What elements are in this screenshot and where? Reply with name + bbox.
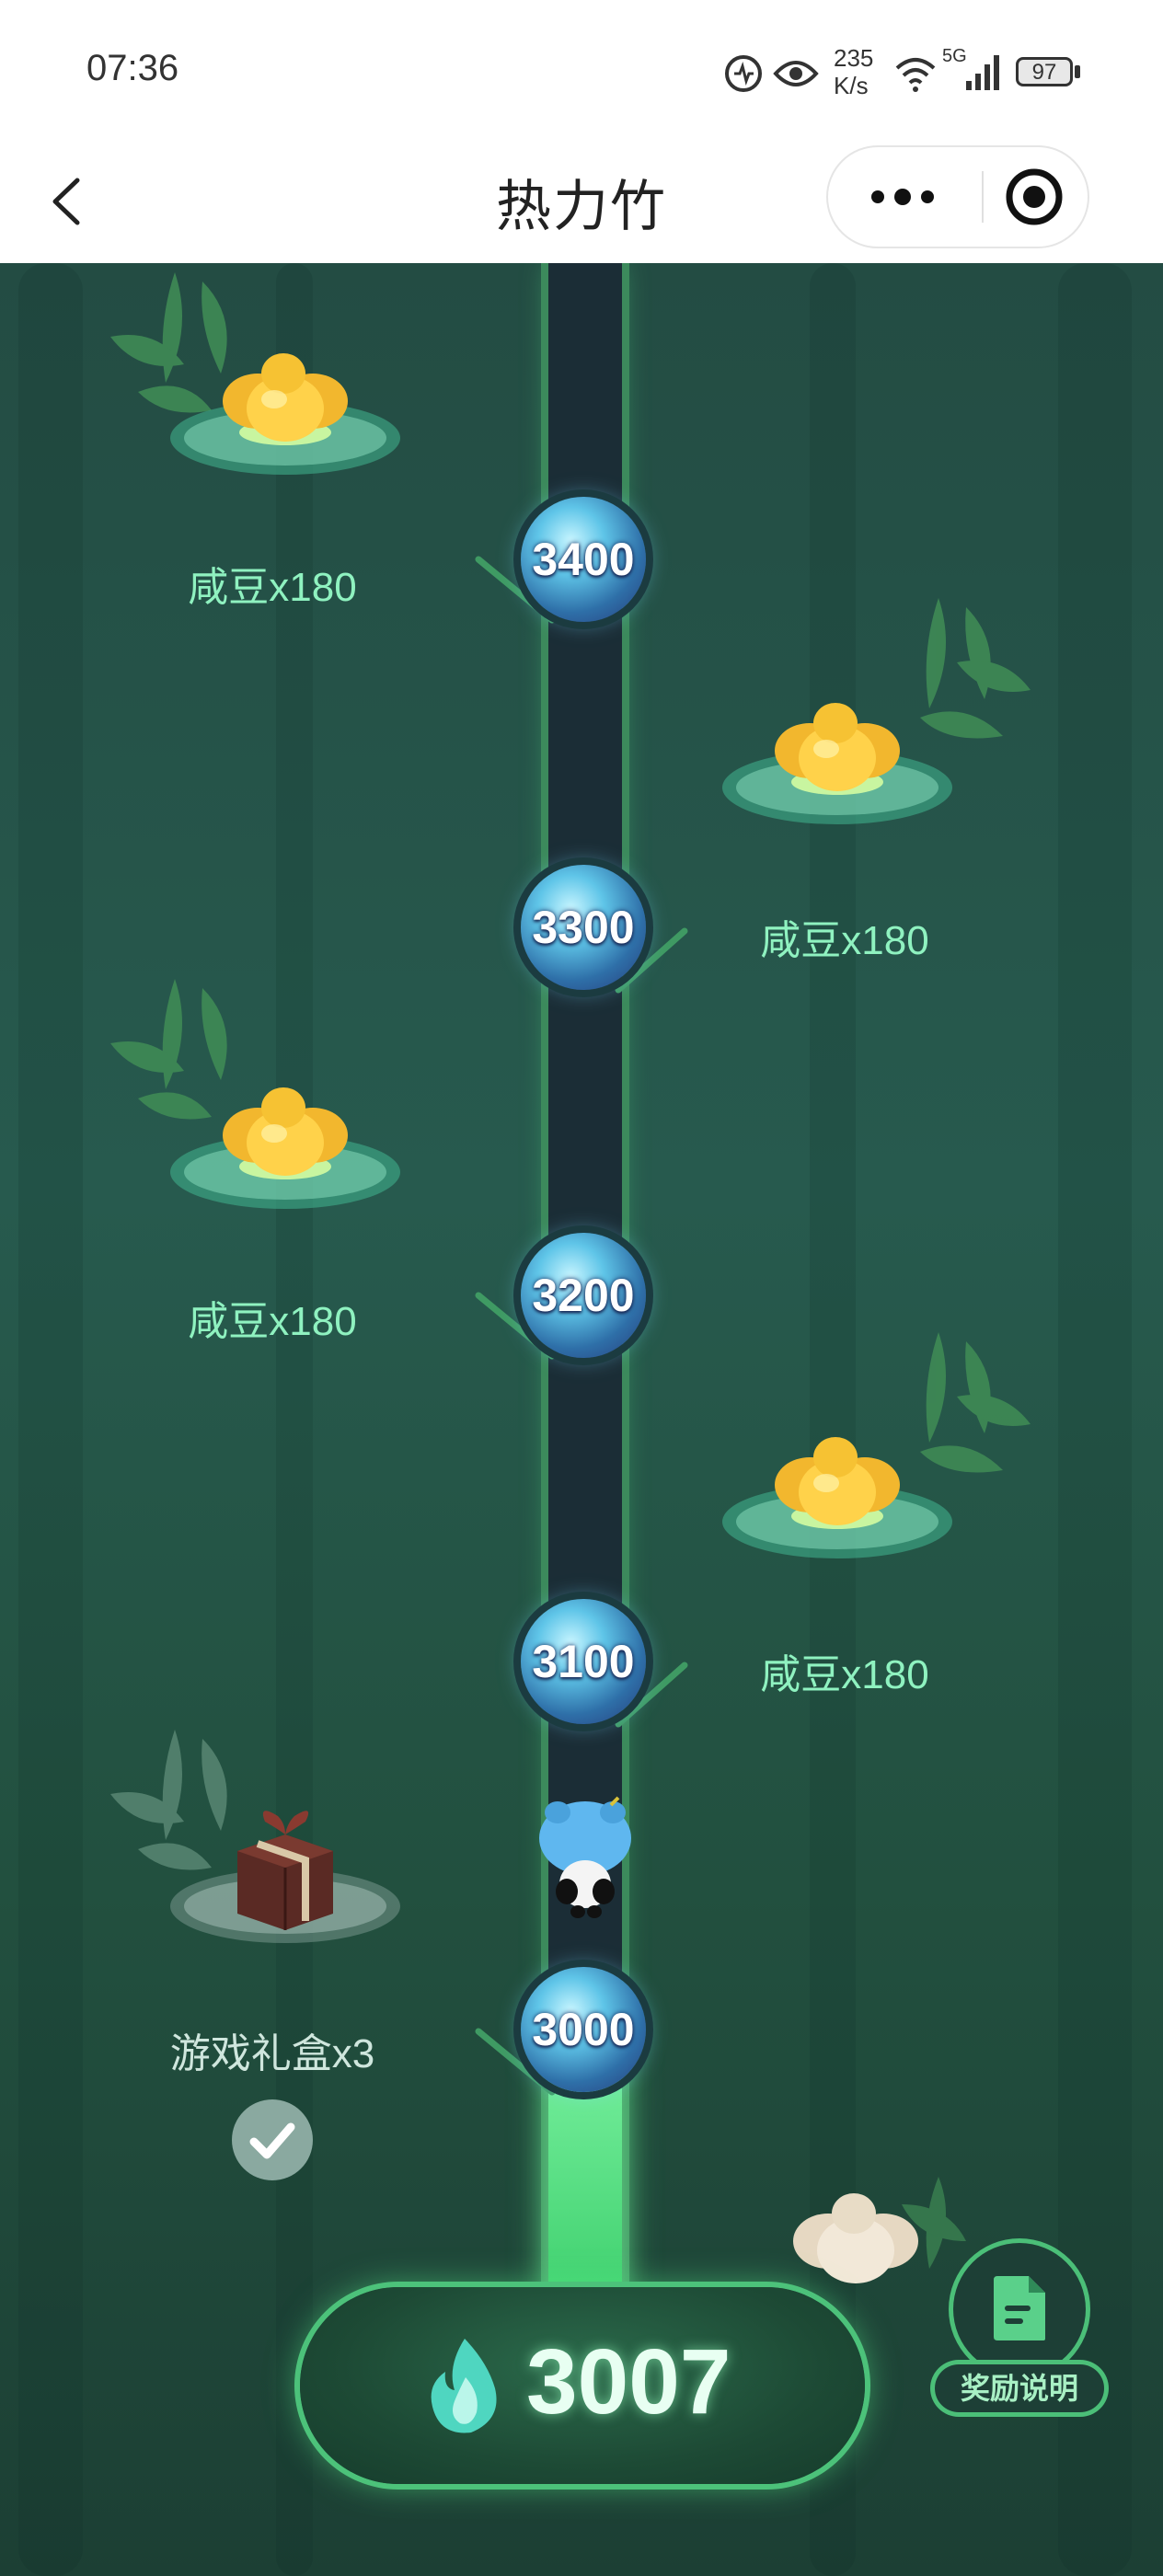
reward-label: 咸豆x180: [188, 565, 357, 610]
reward-label: 游戏礼盒x3: [169, 2031, 375, 2076]
network-type: 5G: [942, 46, 967, 66]
wifi-icon: [895, 58, 936, 92]
vpn-icon: [725, 55, 762, 92]
close-miniprogram-button[interactable]: [985, 147, 1088, 247]
reward-info-label: 奖励说明: [935, 2364, 1104, 2412]
golden-bean-icon: [722, 703, 952, 824]
heat-score-value: 3007: [526, 2330, 731, 2433]
nav-bar: 热力竹: [0, 138, 1163, 263]
document-icon: [994, 2276, 1045, 2340]
check-icon: [249, 2122, 295, 2159]
status-icons: 235 K/s 5G 97: [723, 40, 1091, 105]
milestone-node-3300: 3300: [521, 865, 646, 990]
more-button[interactable]: [828, 147, 959, 247]
target-circle-icon: [1006, 168, 1063, 225]
reward-item-3200[interactable]: 咸豆x180: [110, 979, 414, 1344]
milestone-node-3000: 3000: [521, 1967, 646, 2092]
milestone-node-3100: 3100: [521, 1599, 646, 1724]
milestone-node-3400: 3400: [521, 497, 646, 622]
reward-label: 咸豆x180: [188, 1299, 357, 1344]
reward-info-circle: [953, 2243, 1086, 2375]
net-speed-unit: K/s: [834, 72, 869, 99]
heat-score-pill: 3007: [300, 2287, 865, 2484]
reward-label: 咸豆x180: [760, 918, 929, 963]
signal-icon: [966, 55, 999, 90]
reward-item-3100[interactable]: 咸豆x180: [722, 1332, 1031, 1697]
milestone-node-3200: 3200: [521, 1233, 646, 1358]
gift-box-icon: [170, 1811, 400, 1943]
golden-bean-icon: [170, 353, 400, 475]
net-speed-value: 235: [834, 44, 874, 72]
status-time: 07:36: [86, 48, 179, 88]
panda-mascot-icon: [539, 1796, 631, 1918]
status-bar: 07:36 235 K/s 5G 97: [0, 0, 1163, 138]
capsule-divider: [982, 171, 984, 223]
reward-label: 咸豆x180: [760, 1652, 929, 1697]
reward-item-3300[interactable]: 咸豆x180: [722, 598, 1031, 963]
menu-capsule: [826, 145, 1089, 248]
reward-item-3400[interactable]: 咸豆x180: [110, 263, 414, 610]
flame-icon: [431, 2339, 497, 2433]
battery-tip: [1075, 65, 1080, 78]
reward-item-3000[interactable]: 游戏礼盒x3: [110, 1730, 414, 2180]
more-dots-icon: [871, 189, 934, 205]
reward-info-button[interactable]: 奖励说明: [935, 2243, 1104, 2420]
battery-icon: 97: [1016, 57, 1073, 86]
claimed-check-badge: [232, 2099, 313, 2180]
eye-icon: [773, 61, 819, 86]
golden-bean-icon: [722, 1437, 952, 1558]
golden-bean-icon: [170, 1087, 400, 1209]
game-area[interactable]: 3400 3300 3200 3100 3000 咸豆x180 咸豆x180 咸…: [0, 263, 1163, 2576]
